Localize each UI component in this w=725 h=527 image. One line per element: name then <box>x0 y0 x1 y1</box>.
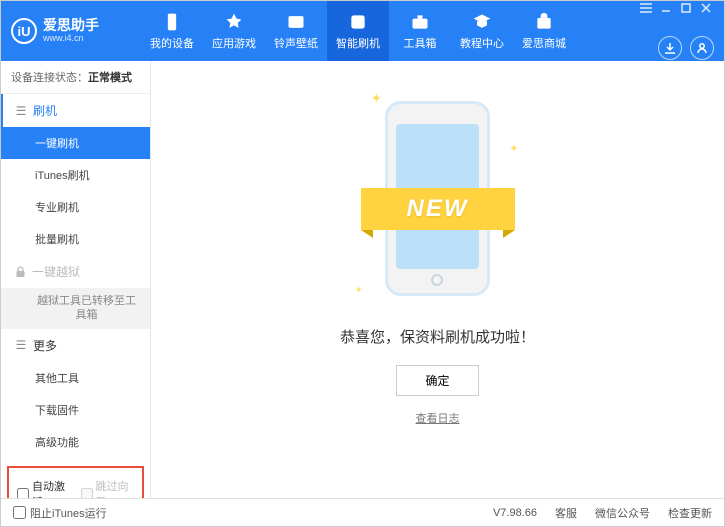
main-content: ✦ ✦ ✦ NEW 恭喜您，保资料刷机成功啦！ 确定 查看日志 <box>151 61 724 498</box>
window-controls <box>638 2 714 14</box>
app-title: 爱思助手 <box>43 18 99 33</box>
sidebar-item-pro-flash[interactable]: 专业刷机 <box>1 191 150 223</box>
store-icon <box>534 12 554 32</box>
image-icon <box>286 12 306 32</box>
tab-store[interactable]: 爱思商城 <box>513 1 575 61</box>
logo[interactable]: iU 爱思助手 www.i4.cn <box>11 18 141 44</box>
options-box: 自动激活 跳过向导 <box>7 466 144 498</box>
user-button[interactable] <box>690 36 714 60</box>
app-url: www.i4.cn <box>43 34 99 44</box>
sidebar-item-other-tools[interactable]: 其他工具 <box>1 362 150 394</box>
success-illustration: ✦ ✦ ✦ NEW <box>373 96 503 306</box>
collapse-icon: ☰ <box>15 338 27 352</box>
sidebar: 设备连接状态：正常模式 ☰ 刷机 一键刷机 iTunes刷机 专业刷机 批量刷机… <box>1 61 151 498</box>
tab-my-device[interactable]: 我的设备 <box>141 1 203 61</box>
view-log-link[interactable]: 查看日志 <box>416 410 460 426</box>
header: iU 爱思助手 www.i4.cn 我的设备 应用游戏 铃声壁纸 智能刷机 <box>1 1 724 61</box>
sidebar-group-flash[interactable]: ☰ 刷机 <box>1 94 150 127</box>
sidebar-item-itunes-flash[interactable]: iTunes刷机 <box>1 159 150 191</box>
lock-icon <box>15 266 26 278</box>
flash-icon <box>348 12 368 32</box>
tab-toolbox[interactable]: 工具箱 <box>389 1 451 61</box>
main-nav: 我的设备 应用游戏 铃声壁纸 智能刷机 工具箱 教程中心 <box>141 1 638 61</box>
success-message: 恭喜您，保资料刷机成功啦！ <box>340 326 535 347</box>
menu-icon[interactable] <box>638 2 654 14</box>
logo-icon: iU <box>11 18 37 44</box>
sidebar-group-more[interactable]: ☰ 更多 <box>1 329 150 362</box>
tab-ringtones[interactable]: 铃声壁纸 <box>265 1 327 61</box>
maximize-button[interactable] <box>678 2 694 14</box>
sidebar-item-download-firmware[interactable]: 下载固件 <box>1 394 150 426</box>
sidebar-item-oneclick-flash[interactable]: 一键刷机 <box>1 127 150 159</box>
phone-icon <box>162 12 182 32</box>
tab-smart-flash[interactable]: 智能刷机 <box>327 1 389 61</box>
collapse-icon: ☰ <box>15 104 27 118</box>
sparkle-icon: ✦ <box>371 90 383 107</box>
close-button[interactable] <box>698 2 714 14</box>
sparkle-icon: ✦ <box>509 142 518 155</box>
check-update-link[interactable]: 检查更新 <box>668 505 712 521</box>
sparkle-icon: ✦ <box>355 285 363 296</box>
toolbox-icon <box>410 12 430 32</box>
tab-tutorials[interactable]: 教程中心 <box>451 1 513 61</box>
sidebar-item-batch-flash[interactable]: 批量刷机 <box>1 223 150 255</box>
new-ribbon: NEW <box>361 188 515 230</box>
app-icon <box>224 12 244 32</box>
skip-guide-checkbox[interactable]: 跳过向导 <box>81 478 135 498</box>
support-link[interactable]: 客服 <box>555 505 577 521</box>
block-itunes-checkbox[interactable]: 阻止iTunes运行 <box>13 505 107 521</box>
sidebar-item-advanced[interactable]: 高级功能 <box>1 426 150 458</box>
sidebar-group-jailbreak: 一键越狱 <box>1 255 150 288</box>
wechat-link[interactable]: 微信公众号 <box>595 505 650 521</box>
minimize-button[interactable] <box>658 2 674 14</box>
version-label: V7.98.66 <box>493 507 537 519</box>
tutorial-icon <box>472 12 492 32</box>
ok-button[interactable]: 确定 <box>396 365 478 396</box>
connection-status: 设备连接状态：正常模式 <box>1 61 150 94</box>
tab-apps[interactable]: 应用游戏 <box>203 1 265 61</box>
footer: 阻止iTunes运行 V7.98.66 客服 微信公众号 检查更新 <box>1 498 724 526</box>
download-button[interactable] <box>658 36 682 60</box>
auto-activate-checkbox[interactable]: 自动激活 <box>17 478 71 498</box>
jailbreak-moved-note: 越狱工具已转移至工具箱 <box>1 288 150 329</box>
